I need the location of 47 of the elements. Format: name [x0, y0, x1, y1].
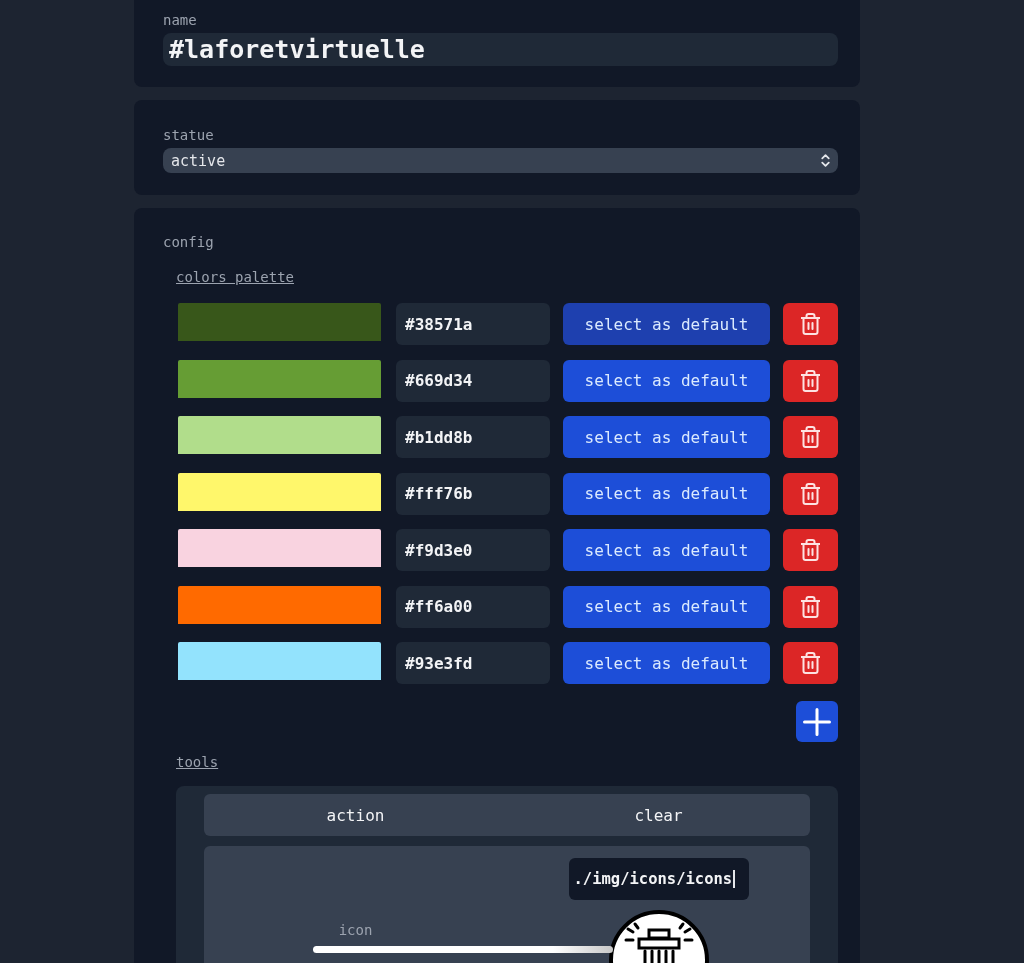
color-swatch[interactable] [178, 529, 381, 567]
row-label: icon [338, 921, 373, 940]
trash-icon [801, 652, 820, 674]
delete-button[interactable] [783, 359, 838, 402]
field-label: statue [163, 126, 215, 145]
color-swatch[interactable] [178, 472, 381, 511]
select-default-button[interactable]: select as default [563, 472, 770, 515]
trash-icon [801, 426, 820, 448]
column-header: action [326, 805, 385, 825]
up-down-chevron-icon [821, 154, 830, 167]
path-input[interactable]: ./img/icons/icons [568, 858, 749, 900]
color-swatch[interactable] [178, 416, 381, 454]
select-default-button[interactable]: select as default [563, 529, 770, 571]
hex-input[interactable]: #ff6a00 [396, 585, 550, 628]
status-select[interactable]: active [163, 148, 838, 173]
color-swatch[interactable] [178, 359, 381, 398]
trash-icon [801, 313, 820, 335]
hex-input[interactable]: #38571a [396, 303, 550, 345]
field-label: config [163, 233, 214, 252]
hex-input[interactable]: #f9d3e0 [396, 529, 550, 571]
select-default-button[interactable]: select as default [563, 303, 770, 345]
color-swatch[interactable] [178, 642, 381, 680]
hex-input[interactable]: #93e3fd [396, 642, 550, 684]
trash-icon [801, 539, 820, 561]
select-default-button[interactable]: select as default [563, 642, 770, 684]
delete-button[interactable] [783, 585, 838, 628]
name-input[interactable]: #laforetvirtuelle [163, 33, 838, 66]
palette-section-link[interactable]: colors palette [176, 267, 294, 287]
delete-button[interactable] [783, 472, 838, 515]
hex-input[interactable]: #669d34 [396, 359, 550, 402]
plus-icon [803, 707, 831, 736]
select-default-button[interactable]: select as default [563, 585, 770, 628]
trash-icon [801, 482, 820, 505]
hex-input[interactable]: #fff76b [396, 472, 550, 515]
tools-section-link[interactable]: tools [176, 752, 219, 772]
select-default-button[interactable]: select as default [563, 359, 770, 402]
broom-sparkle-icon [608, 909, 709, 963]
trash-icon [801, 369, 820, 392]
add-color-button[interactable] [796, 701, 838, 742]
select-default-button[interactable]: select as default [563, 416, 770, 458]
hex-input[interactable]: #b1dd8b [396, 416, 550, 458]
color-swatch[interactable] [178, 585, 381, 624]
color-swatch[interactable] [178, 303, 381, 341]
column-header: clear [634, 805, 683, 825]
trash-icon [801, 595, 820, 618]
field-label: name [163, 11, 198, 30]
text-cursor [733, 870, 736, 888]
